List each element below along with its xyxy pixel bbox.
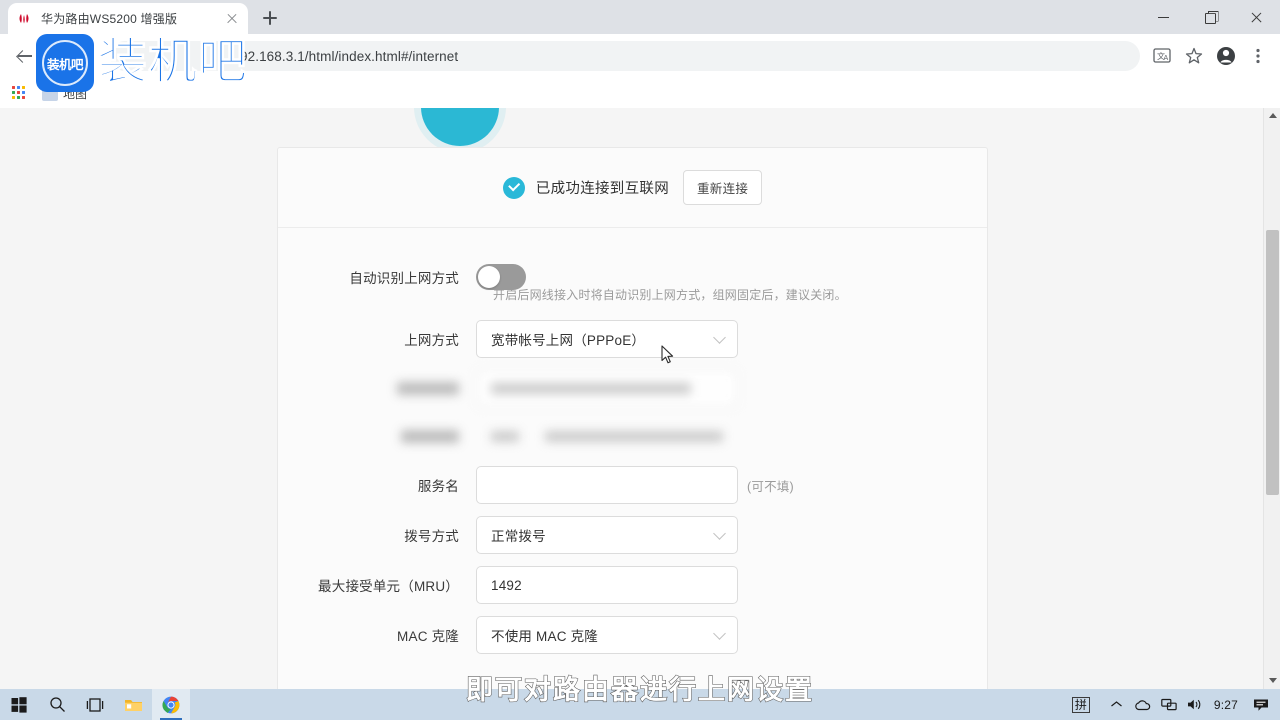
form-row-blurred-account	[278, 364, 987, 412]
page-viewport: 已成功连接到互联网 重新连接 自动识别上网方式 开启后	[0, 108, 1280, 689]
profile-avatar-icon[interactable]	[1210, 41, 1242, 71]
window-controls	[1142, 0, 1280, 34]
watermark-logo: 装机吧 装机吧	[36, 34, 248, 92]
tab-strip: 华为路由WS5200 增强版	[0, 0, 1280, 34]
label-blurred-account	[278, 382, 476, 395]
minimize-icon[interactable]	[1142, 0, 1188, 34]
back-arrow-icon	[18, 49, 32, 63]
watermark-brand-text: 装机吧	[98, 38, 248, 87]
form-row-mru: 最大接受单元（MRU） 1492	[278, 560, 987, 610]
page-scrollbar[interactable]	[1263, 108, 1280, 689]
auto-detect-hint: 开启后网线接入时将自动识别上网方式，组网固定后，建议关闭。	[493, 286, 847, 303]
blurred-password-input[interactable]	[476, 417, 738, 455]
connection-status-bar: 已成功连接到互联网 重新连接	[278, 148, 987, 228]
mru-value: 1492	[491, 578, 522, 593]
three-dot-menu-icon[interactable]	[1242, 41, 1274, 71]
huawei-favicon	[16, 11, 32, 27]
watermark-badge-icon: 装机吧	[36, 34, 94, 92]
address-bar[interactable]: 92.168.3.1/html/index.html#/internet	[110, 41, 1140, 71]
dial-mode-value: 正常拨号	[491, 525, 546, 545]
maximize-icon[interactable]	[1188, 0, 1234, 34]
mac-clone-select[interactable]: 不使用 MAC 克隆	[476, 616, 738, 654]
mouse-cursor	[661, 345, 675, 365]
mru-wrap: 1492	[476, 566, 738, 604]
label-connection-mode: 上网方式	[278, 329, 476, 349]
scrollbar-thumb[interactable]	[1266, 230, 1279, 495]
close-icon[interactable]	[224, 11, 240, 27]
apps-grid-icon[interactable]	[12, 85, 28, 101]
internet-form: 自动识别上网方式 开启后网线接入时将自动识别上网方式，组网固定后，建议关闭。 上…	[278, 228, 987, 660]
label-dial-mode: 拨号方式	[278, 525, 476, 545]
mru-input[interactable]: 1492	[476, 566, 738, 604]
toggle-knob	[478, 266, 500, 288]
label-mru: 最大接受单元（MRU）	[278, 575, 476, 595]
connection-mode-wrap: 宽带帐号上网（PPPoE）	[476, 320, 738, 358]
svg-text:A: A	[1164, 55, 1169, 62]
bookmark-star-icon[interactable]	[1178, 41, 1210, 71]
translate-icon[interactable]: 文 A	[1146, 41, 1178, 71]
chrome-browser-window: 华为路由WS5200 增强版 92.168.3.1/html/index.htm…	[0, 0, 1280, 689]
scroll-up-arrow-icon[interactable]	[1264, 108, 1280, 125]
status-hero-circle	[421, 108, 499, 146]
close-icon[interactable]	[1234, 0, 1280, 34]
service-name-input[interactable]	[476, 466, 738, 504]
form-row-service-name: 服务名 (可不填)	[278, 460, 987, 510]
label-auto-detect: 自动识别上网方式	[278, 267, 476, 287]
mac-clone-value: 不使用 MAC 克隆	[491, 625, 598, 645]
label-mac-clone: MAC 克隆	[278, 625, 476, 645]
chevron-down-icon	[713, 331, 726, 344]
url-text: 92.168.3.1/html/index.html#/internet	[240, 49, 458, 64]
check-circle-icon	[503, 177, 525, 199]
service-name-suffix: (可不填)	[747, 476, 794, 495]
video-caption: 即可对路由器进行上网设置	[0, 668, 1280, 707]
dial-mode-select[interactable]: 正常拨号	[476, 516, 738, 554]
screen-root: 华为路由WS5200 增强版 92.168.3.1/html/index.htm…	[0, 0, 1280, 720]
connection-mode-value: 宽带帐号上网（PPPoE）	[491, 329, 645, 349]
blurred-password-wrap	[476, 417, 738, 455]
blurred-account-wrap	[476, 369, 738, 407]
internet-settings-card: 已成功连接到互联网 重新连接 自动识别上网方式 开启后	[277, 147, 988, 689]
service-name-wrap	[476, 466, 738, 504]
connection-mode-select[interactable]: 宽带帐号上网（PPPoE）	[476, 320, 738, 358]
blurred-account-input[interactable]	[476, 369, 738, 407]
watermark-ring: 装机吧	[42, 40, 88, 86]
connection-status-text: 已成功连接到互联网	[536, 177, 669, 198]
label-blurred-password	[278, 430, 476, 443]
watermark-logo-text: 装机吧	[47, 54, 83, 73]
toolbar-right-icons: 文 A	[1146, 41, 1274, 71]
chevron-down-icon	[713, 527, 726, 540]
form-row-mac-clone: MAC 克隆 不使用 MAC 克隆	[278, 610, 987, 660]
reconnect-button[interactable]: 重新连接	[683, 170, 762, 205]
browser-tab[interactable]: 华为路由WS5200 增强版	[8, 3, 248, 34]
new-tab-button[interactable]	[256, 7, 284, 29]
form-row-connection-mode: 上网方式 宽带帐号上网（PPPoE）	[278, 314, 987, 364]
mac-clone-wrap: 不使用 MAC 克隆	[476, 616, 738, 654]
form-row-blurred-password	[278, 412, 987, 460]
form-row-dial-mode: 拨号方式 正常拨号	[278, 510, 987, 560]
dial-mode-wrap: 正常拨号	[476, 516, 738, 554]
tab-title: 华为路由WS5200 增强版	[41, 10, 224, 27]
form-row-auto-detect: 自动识别上网方式 开启后网线接入时将自动识别上网方式，组网固定后，建议关闭。	[278, 246, 987, 308]
router-settings-page: 已成功连接到互联网 重新连接 自动识别上网方式 开启后	[0, 108, 1263, 689]
chevron-down-icon	[713, 627, 726, 640]
label-service-name: 服务名	[278, 475, 476, 495]
